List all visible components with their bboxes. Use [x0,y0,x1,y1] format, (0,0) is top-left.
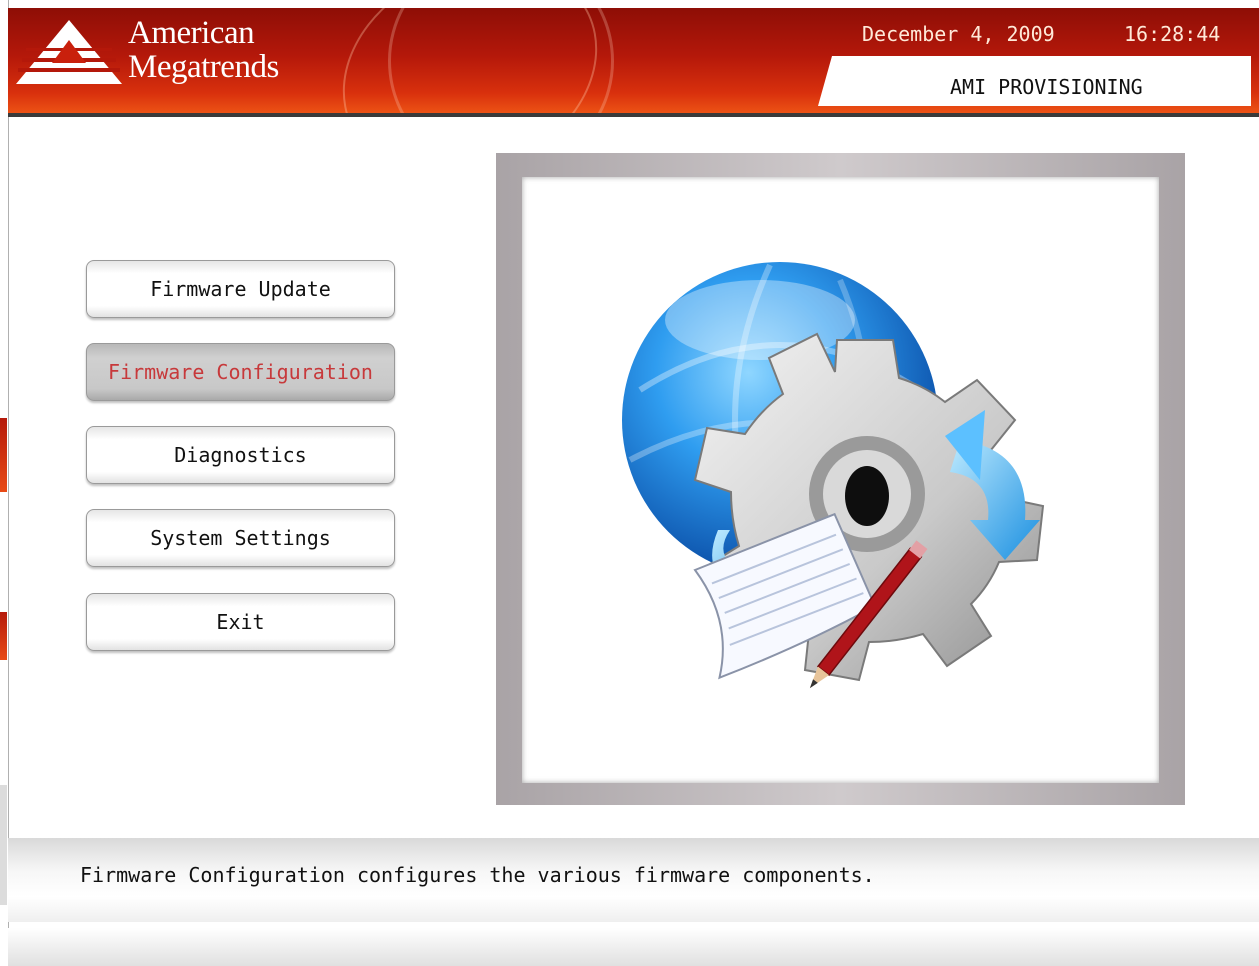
background-window-fragment [0,785,7,905]
exit-button[interactable]: Exit [86,593,395,651]
app-title: AMI PROVISIONING [950,75,1143,99]
firmware-configuration-button[interactable]: Firmware Configuration [86,343,395,401]
company-name: American Megatrends [128,16,279,84]
ami-logo-icon [16,20,122,84]
globe-gear-document-icon [622,262,1045,689]
firmware-update-button[interactable]: Firmware Update [86,260,395,318]
system-settings-button[interactable]: System Settings [86,509,395,567]
logo-line-2: Megatrends [128,49,279,85]
background-window-fragment [0,418,7,492]
header-divider [8,113,1259,117]
current-time: 16:28:44 [1124,22,1221,46]
background-window-fragment [0,612,7,660]
decorative-swirl [362,8,640,114]
status-description: Firmware Configuration configures the va… [80,863,875,887]
logo-line-1: American [128,15,255,51]
diagnostics-button[interactable]: Diagnostics [86,426,395,484]
footer-strip [8,928,1259,966]
current-date: December 4, 2009 [862,22,1055,46]
